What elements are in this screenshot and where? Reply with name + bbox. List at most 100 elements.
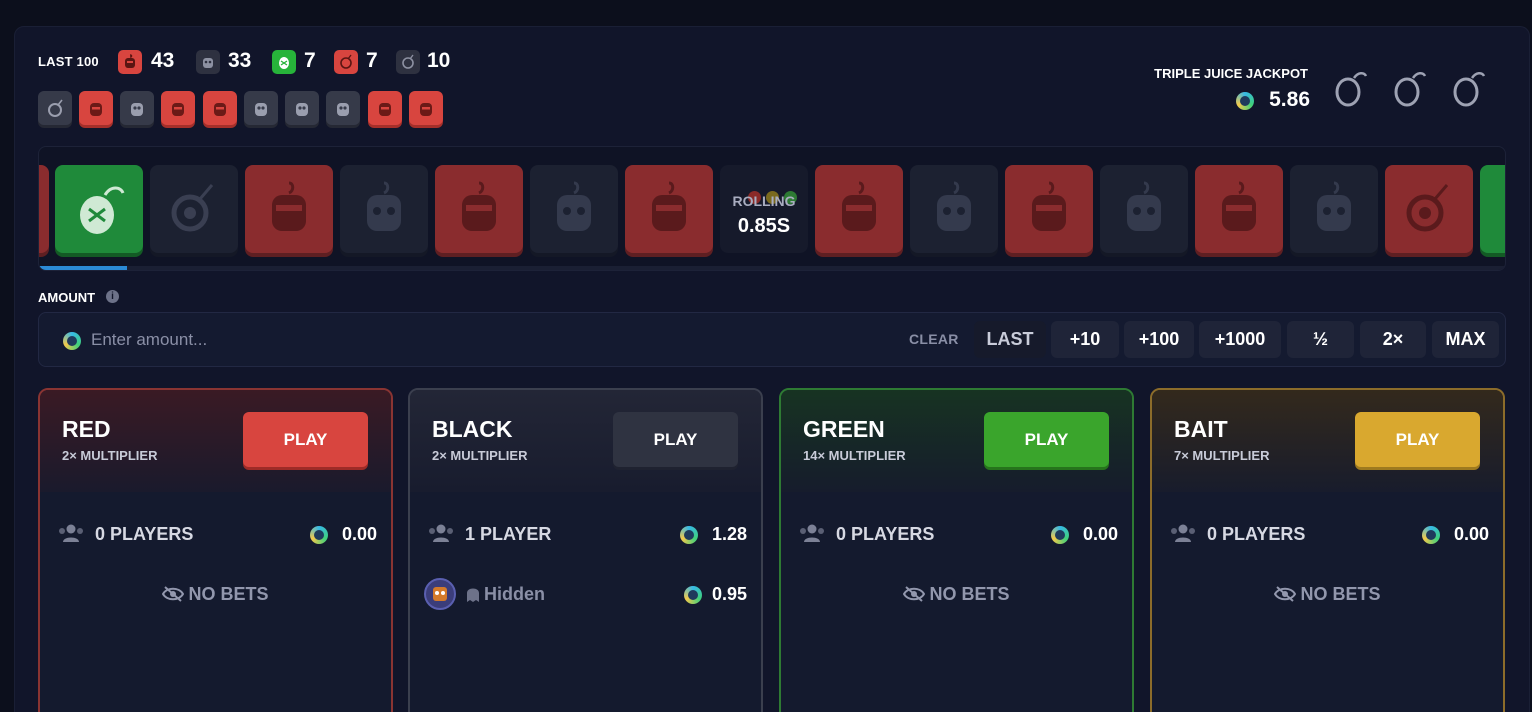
avatar[interactable] [424,578,456,610]
coin-icon [310,526,328,544]
card-title: RED [62,416,111,442]
no-bets-row: NO BETS [781,584,1132,605]
recent-black-icon [285,91,319,125]
green-count: 7 [304,49,316,72]
roller-red-tile [815,165,903,253]
no-bets-label: NO BETS [188,584,269,604]
players-icon [59,524,83,542]
no-bets-label: NO BETS [1300,584,1381,604]
amount-input[interactable] [91,327,691,353]
roll-progress-track [39,266,1505,270]
roller-black-tile [340,165,428,253]
bet-total: 0.00 [341,524,377,544]
players-count: 0 PLAYERS [836,524,935,544]
black-count: 33 [228,49,252,72]
coin-icon [1051,526,1069,544]
recent-red-icon [368,91,402,125]
last100-label: LAST 100 [38,54,99,69]
card-title: GREEN [803,416,885,442]
bet-total: 0.00 [1082,524,1118,544]
card-multiplier: 2× MULTIPLIER [62,448,158,463]
recent-red-icon [79,91,113,125]
roller-red-tile [625,165,713,253]
play-bait-button[interactable]: PLAY [1355,412,1480,467]
black-tile-icon [196,50,220,74]
players-count: 0 PLAYERS [1207,524,1306,544]
double-button[interactable]: 2× [1360,321,1426,358]
bet-total: 1.28 [711,524,747,544]
black-bet-card: BLACK 2× MULTIPLIER PLAY 1 PLAYER 1.28 H… [408,388,763,712]
no-bets-row: NO BETS [1152,584,1503,605]
red-count: 43 [151,49,175,72]
ghost-icon [467,588,479,602]
bait-red-tile-icon [334,50,358,74]
recent-black-icon [120,91,154,125]
card-multiplier: 2× MULTIPLIER [432,448,528,463]
roller-bait-tile [1385,165,1473,253]
plus10-button[interactable]: +10 [1051,321,1119,358]
amount-bar: CLEAR LAST +10 +100 +1000 ½ 2× MAX [38,312,1506,367]
coin-icon [1236,92,1254,110]
coin-icon [684,586,702,604]
eye-off-icon [162,586,185,602]
red-tile-icon [118,50,142,74]
bet-total: 0.00 [1453,524,1489,544]
green-tile-icon [272,50,296,74]
clear-button[interactable]: CLEAR [909,331,959,347]
jackpot-value: 5.86 [1269,88,1310,111]
roller-black-tile [1290,165,1378,253]
roller-red-tile [39,165,49,253]
max-button[interactable]: MAX [1432,321,1499,358]
roller-red-tile [1195,165,1283,253]
roller-black-tile [530,165,618,253]
players-icon [800,524,824,542]
bait-dark-tile-icon [396,50,420,74]
info-icon[interactable]: i [106,290,119,303]
coin-icon [63,332,81,350]
card-multiplier: 14× MULTIPLIER [803,448,906,463]
green-bet-card: GREEN 14× MULTIPLIER PLAY 0 PLAYERS 0.00… [779,388,1134,712]
plus1000-button[interactable]: +1000 [1199,321,1281,358]
red-bet-card: RED 2× MULTIPLIER PLAY 0 PLAYERS 0.00 NO… [38,388,393,712]
card-title: BLACK [432,416,513,442]
roll-progress-bar [39,266,127,270]
players-icon [429,524,453,542]
coin-icon [680,526,698,544]
roller-green-tile [1480,165,1505,253]
plus100-button[interactable]: +100 [1124,321,1194,358]
roulette-roller: ROLLING 0.85S [38,146,1506,271]
amount-label: AMOUNT [38,290,96,305]
roller-red-tile [245,165,333,253]
recent-red-icon [409,91,443,125]
play-green-button[interactable]: PLAY [984,412,1109,467]
recent-red-icon [203,91,237,125]
roller-red-tile [1005,165,1093,253]
jackpot-label: TRIPLE JUICE JACKPOT [1154,66,1308,81]
juice-icon [1453,72,1486,107]
juice-icon [1335,72,1368,107]
play-red-button[interactable]: PLAY [243,412,368,467]
players-count: 0 PLAYERS [95,524,194,544]
eye-off-icon [903,586,926,602]
card-title: BAIT [1174,416,1228,442]
last-button[interactable]: LAST [974,321,1046,358]
roller-red-tile [435,165,523,253]
roller-bait-tile [150,165,238,253]
no-bets-row: NO BETS [40,584,391,605]
half-button[interactable]: ½ [1287,321,1354,358]
bettor-name: Hidden [484,584,545,604]
bait-red-count: 7 [366,49,378,72]
juice-icon [1394,72,1427,107]
card-multiplier: 7× MULTIPLIER [1174,448,1270,463]
roller-black-tile [1100,165,1188,253]
recent-red-icon [161,91,195,125]
no-bets-label: NO BETS [929,584,1010,604]
roller-status-tile: ROLLING 0.85S [720,165,808,253]
recent-black-icon [244,91,278,125]
players-icon [1171,524,1195,542]
coin-icon [1422,526,1440,544]
bait-bet-card: BAIT 7× MULTIPLIER PLAY 0 PLAYERS 0.00 N… [1150,388,1505,712]
play-black-button[interactable]: PLAY [613,412,738,467]
roller-black-tile [910,165,998,253]
eye-off-icon [1274,586,1297,602]
